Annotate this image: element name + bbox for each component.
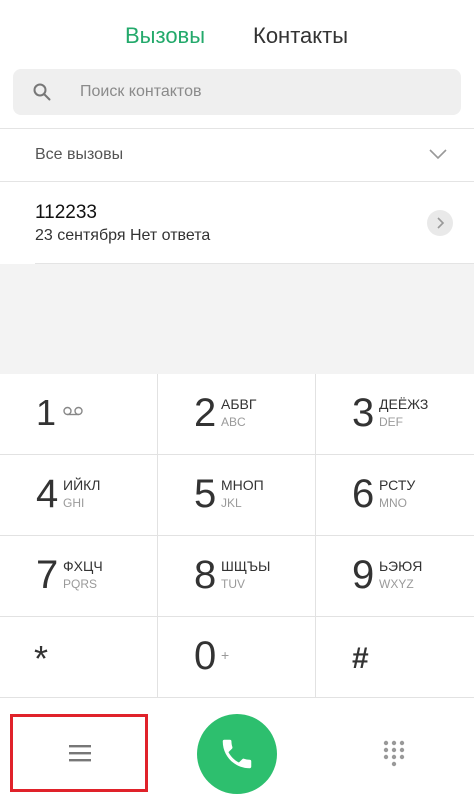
key-letters-en: MNO bbox=[379, 496, 407, 510]
menu-button[interactable] bbox=[10, 714, 148, 792]
key-letters-ru: ДЕЁЖЗ bbox=[379, 396, 429, 412]
key-letters-ru: МНОП bbox=[221, 477, 264, 493]
key-letters-ru: + bbox=[221, 647, 230, 663]
key-9[interactable]: 9 ЬЭЮЯ WXYZ bbox=[316, 536, 474, 617]
key-letters-en: ABC bbox=[221, 415, 246, 429]
key-digit: 0 bbox=[194, 634, 217, 678]
call-number: 112233 bbox=[35, 202, 97, 223]
key-digit: 1 bbox=[36, 392, 57, 433]
search-icon bbox=[33, 83, 51, 101]
menu-icon bbox=[69, 745, 91, 762]
search-placeholder: Поиск контактов bbox=[80, 83, 202, 100]
key-digit: # bbox=[352, 642, 369, 675]
key-0[interactable]: 0 + bbox=[158, 617, 316, 698]
key-digit: 5 bbox=[194, 472, 217, 516]
chevron-right-icon bbox=[437, 217, 445, 229]
key-letters-ru: ФХЦЧ bbox=[63, 558, 103, 574]
key-8[interactable]: 8 ШЩЪЫ TUV bbox=[158, 536, 316, 617]
key-digit: 3 bbox=[352, 391, 375, 435]
key-digit: * bbox=[34, 638, 49, 679]
dialpad-icon[interactable] bbox=[383, 740, 405, 768]
phone-icon bbox=[222, 739, 252, 769]
key-letters-ru: ИЙКЛ bbox=[63, 477, 101, 493]
key-letters-en: DEF bbox=[379, 415, 403, 429]
call-filter-label: Все вызовы bbox=[35, 146, 124, 163]
key-digit: 8 bbox=[194, 553, 217, 597]
empty-area bbox=[0, 264, 474, 374]
call-info-button[interactable] bbox=[427, 210, 453, 236]
key-7[interactable]: 7 ФХЦЧ PQRS bbox=[0, 536, 158, 617]
call-filter-dropdown[interactable]: Все вызовы bbox=[0, 129, 474, 181]
key-letters-ru: АБВГ bbox=[221, 396, 257, 412]
tab-contacts[interactable]: Контакты bbox=[253, 22, 348, 50]
dial-keypad: 1 2 АБВГ ABC 3 ДЕЁЖЗ DEF 4 ИЙКЛ GHI 5 МН… bbox=[0, 374, 474, 698]
key-letters-ru: РСТУ bbox=[379, 477, 416, 493]
chevron-down-icon bbox=[429, 149, 447, 160]
key-letters-en: TUV bbox=[221, 577, 245, 591]
key-digit: 6 bbox=[352, 472, 375, 516]
key-star[interactable]: * bbox=[0, 617, 158, 698]
call-button[interactable] bbox=[197, 714, 277, 794]
voicemail-icon bbox=[63, 406, 83, 416]
key-2[interactable]: 2 АБВГ ABC bbox=[158, 374, 316, 455]
key-6[interactable]: 6 РСТУ MNO bbox=[316, 455, 474, 536]
key-letters-ru: ШЩЪЫ bbox=[221, 558, 271, 574]
key-digit: 7 bbox=[36, 553, 59, 597]
key-letters-en: GHI bbox=[63, 496, 85, 510]
key-letters-en: WXYZ bbox=[379, 577, 414, 591]
key-digit: 2 bbox=[194, 391, 217, 435]
key-hash[interactable]: # bbox=[316, 617, 474, 698]
key-letters-en: PQRS bbox=[63, 577, 98, 591]
bottom-bar bbox=[0, 698, 474, 811]
key-1[interactable]: 1 bbox=[0, 374, 158, 455]
tab-calls[interactable]: Вызовы bbox=[125, 22, 205, 50]
key-3[interactable]: 3 ДЕЁЖЗ DEF bbox=[316, 374, 474, 455]
key-5[interactable]: 5 МНОП JKL bbox=[158, 455, 316, 536]
key-letters-ru: ЬЭЮЯ bbox=[379, 558, 423, 574]
key-4[interactable]: 4 ИЙКЛ GHI bbox=[0, 455, 158, 536]
key-letters-en: JKL bbox=[221, 496, 242, 510]
tab-bar: Вызовы Контакты bbox=[0, 0, 474, 68]
key-digit: 9 bbox=[352, 553, 375, 597]
search-input[interactable]: Поиск контактов bbox=[13, 69, 461, 115]
call-log-item[interactable]: 112233 23 сентября Нет ответа bbox=[0, 182, 474, 264]
call-details: 23 сентября Нет ответа bbox=[35, 227, 211, 244]
key-digit: 4 bbox=[36, 472, 59, 516]
